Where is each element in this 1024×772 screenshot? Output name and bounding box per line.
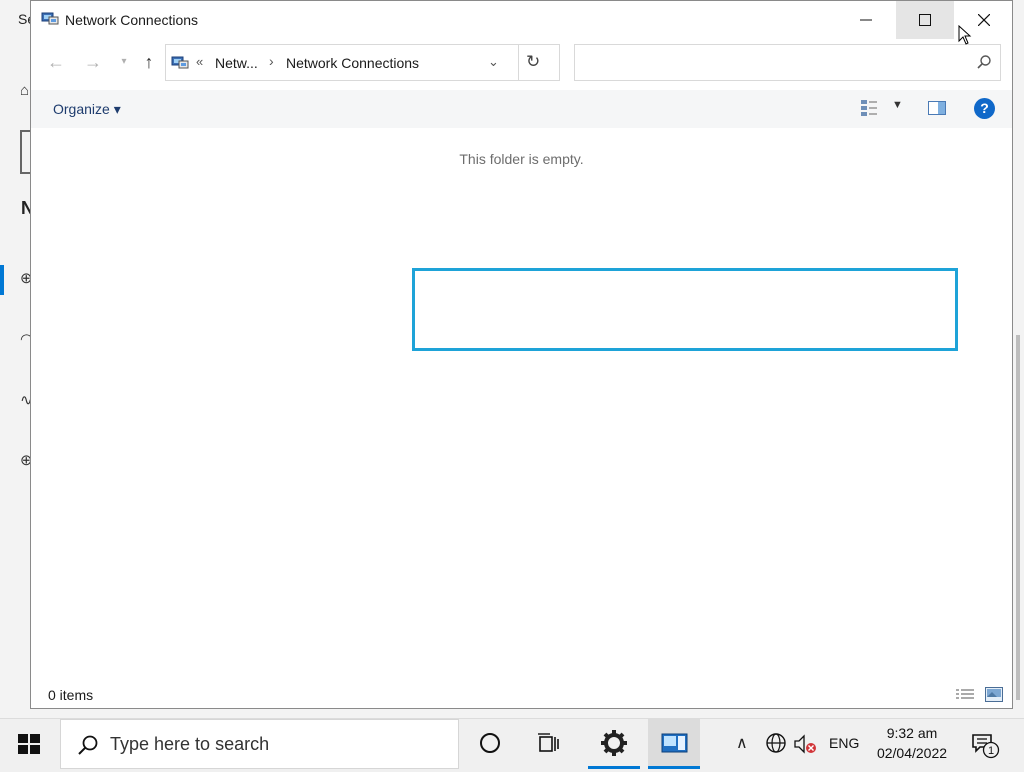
preview-pane-icon[interactable] <box>928 101 946 115</box>
title-bar[interactable]: Network Connections <box>31 1 1012 39</box>
highlight-rectangle <box>412 268 958 351</box>
selected-nav-indicator <box>0 265 4 295</box>
maximize-icon <box>919 14 931 26</box>
notifications-icon[interactable]: 1 <box>970 731 1000 759</box>
recent-locations-chevron-icon[interactable]: ▾ <box>113 51 135 73</box>
network-connections-window: Network Connections ← → ▾ ↑ « Netw... › … <box>30 0 1013 709</box>
help-icon[interactable]: ? <box>974 98 995 119</box>
up-arrow-icon[interactable]: ↑ <box>138 51 160 73</box>
task-view-icon[interactable] <box>537 732 561 756</box>
network-globe-icon[interactable] <box>765 732 787 754</box>
status-bar: 0 items <box>31 681 1012 709</box>
search-input[interactable] <box>574 44 1001 81</box>
notification-count: 1 <box>988 745 994 757</box>
large-icons-view-icon[interactable] <box>985 687 1003 702</box>
gear-icon <box>601 730 627 756</box>
address-history-chevron-icon[interactable]: ⌄ <box>488 54 499 70</box>
minimize-button[interactable] <box>837 1 895 39</box>
clock-time: 9:32 am <box>886 725 938 741</box>
windows-start-icon[interactable] <box>18 734 40 754</box>
content-area[interactable]: This folder is empty. <box>31 128 1012 676</box>
taskbar-network-connections-app[interactable] <box>648 719 700 769</box>
taskbar-search-placeholder: Type here to search <box>110 734 270 754</box>
mouse-cursor-icon <box>958 25 972 45</box>
close-icon <box>978 14 990 26</box>
language-indicator[interactable]: ENG <box>829 735 859 751</box>
address-divider <box>518 45 519 80</box>
forward-arrow-icon[interactable]: → <box>82 51 104 73</box>
change-view-icon[interactable] <box>860 99 878 117</box>
network-connections-icon <box>171 56 189 69</box>
overflow-breadcrumb-icon[interactable]: « <box>196 54 203 69</box>
search-icon <box>78 735 98 755</box>
command-bar: Organize ▾ ▼ ? <box>31 90 1012 128</box>
volume-muted-icon[interactable] <box>793 733 817 755</box>
navigation-bar: ← → ▾ ↑ « Netw... › Network Connections … <box>31 39 1012 89</box>
window-title: Network Connections <box>65 12 199 28</box>
clock[interactable]: 9:32 am 02/04/2022 <box>862 723 962 763</box>
breadcrumb-network-connections[interactable]: Network Connections <box>286 55 419 71</box>
back-arrow-icon[interactable]: ← <box>45 51 67 73</box>
background-scrollbar[interactable] <box>1016 335 1020 700</box>
refresh-icon[interactable]: ↻ <box>526 52 540 72</box>
address-bar[interactable]: « Netw... › Network Connections ⌄ ↻ <box>165 44 560 81</box>
details-view-icon[interactable] <box>956 688 974 702</box>
search-icon <box>977 55 991 69</box>
network-connections-icon <box>41 12 59 25</box>
clock-date: 02/04/2022 <box>876 745 948 761</box>
minimize-icon <box>860 19 872 21</box>
breadcrumb-network[interactable]: Netw... <box>215 55 258 71</box>
items-count: 0 items <box>48 687 94 703</box>
taskbar: Type here to search ∧ ENG 9:32 am 02/04/… <box>0 718 1024 769</box>
show-hidden-icons-chevron-icon[interactable]: ∧ <box>736 733 748 753</box>
view-options-chevron-icon[interactable]: ▼ <box>892 99 903 111</box>
organize-button[interactable]: Organize ▾ <box>53 101 121 118</box>
cortana-icon[interactable] <box>480 733 500 753</box>
maximize-button[interactable] <box>896 1 954 39</box>
taskbar-search-box[interactable]: Type here to search <box>60 719 459 769</box>
network-connections-icon <box>661 733 688 753</box>
breadcrumb-separator-icon[interactable]: › <box>269 53 274 69</box>
empty-folder-message: This folder is empty. <box>459 151 584 167</box>
taskbar-settings-app[interactable] <box>588 719 640 769</box>
